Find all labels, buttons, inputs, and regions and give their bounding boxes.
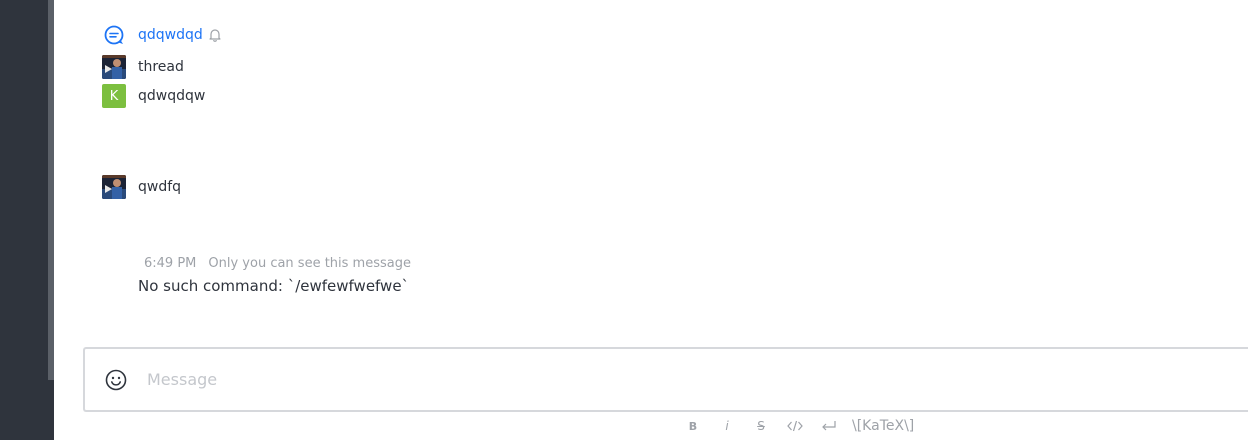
avatar[interactable] bbox=[102, 55, 126, 79]
discussion-icon bbox=[102, 23, 126, 47]
avatar[interactable]: K bbox=[102, 84, 126, 108]
discussion-name[interactable]: qdqwdqd bbox=[138, 27, 203, 43]
bold-button[interactable]: B bbox=[682, 416, 704, 436]
message-input[interactable] bbox=[145, 369, 1149, 390]
discussion-item[interactable]: qdqwdqd bbox=[102, 23, 223, 47]
katex-button[interactable]: \[KaTeX\] bbox=[852, 416, 914, 436]
app-window: qdqwdqd thread K qdwqdqw qwdfq 6:49 PM O… bbox=[0, 0, 1248, 440]
thread-label[interactable]: thread bbox=[138, 59, 184, 75]
message-meta: 6:49 PM Only you can see this message bbox=[144, 256, 411, 271]
message-time[interactable]: 6:49 PM bbox=[144, 256, 196, 271]
left-sidebar bbox=[0, 0, 54, 440]
emoji-icon[interactable] bbox=[101, 365, 131, 395]
list-item[interactable]: K qdwqdqw bbox=[102, 84, 205, 108]
message-composer bbox=[83, 347, 1248, 412]
formatting-toolbar: B i S \[KaTeX\] bbox=[682, 416, 914, 436]
avatar[interactable] bbox=[102, 175, 126, 199]
list-item[interactable]: thread bbox=[102, 55, 184, 79]
item-label[interactable]: qdwqdqw bbox=[138, 88, 205, 104]
message-item[interactable]: qwdfq bbox=[102, 175, 181, 199]
system-message: 6:49 PM Only you can see this message No… bbox=[138, 256, 411, 295]
strike-button[interactable]: S bbox=[750, 416, 772, 436]
bell-icon[interactable] bbox=[207, 27, 223, 43]
message-area: qdqwdqd thread K qdwqdqw qwdfq 6:49 PM O… bbox=[54, 0, 1248, 440]
multiline-icon[interactable] bbox=[818, 416, 840, 436]
italic-button[interactable]: i bbox=[716, 416, 738, 436]
message-body: No such command: `/ewfewfwefwe` bbox=[138, 277, 410, 295]
code-icon[interactable] bbox=[784, 416, 806, 436]
ephemeral-note: Only you can see this message bbox=[208, 256, 411, 271]
message-text: qwdfq bbox=[138, 179, 182, 195]
